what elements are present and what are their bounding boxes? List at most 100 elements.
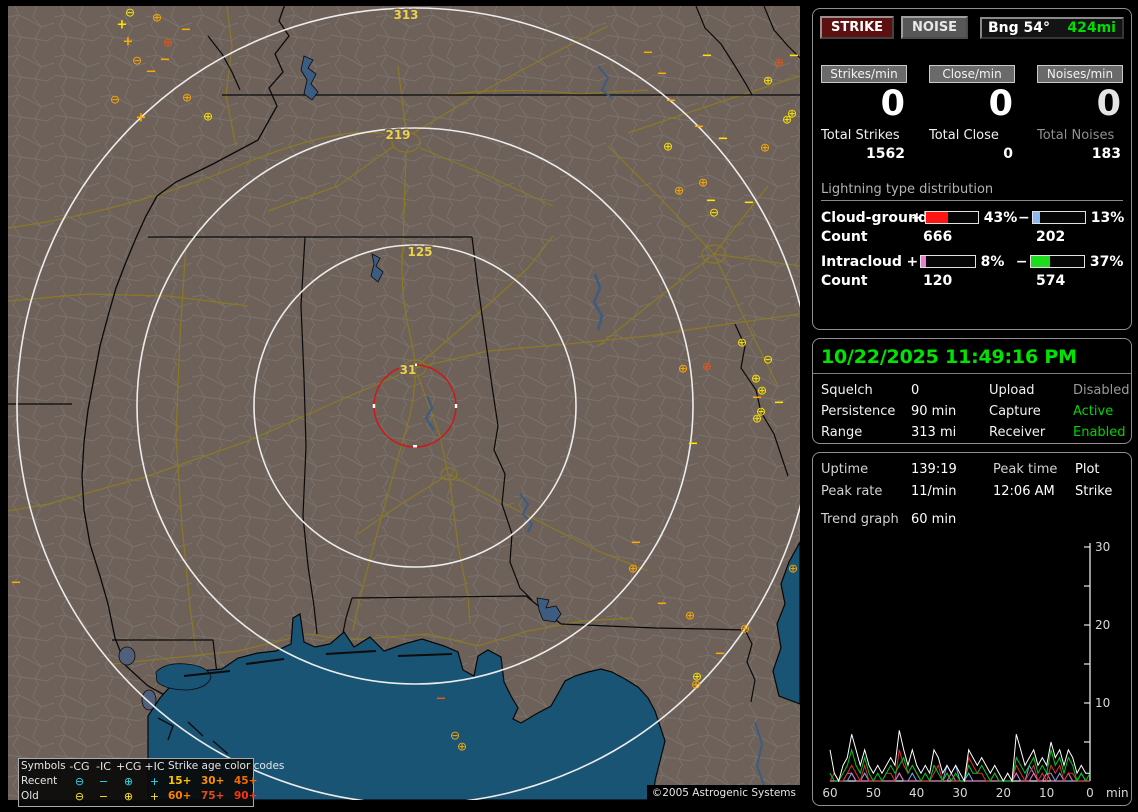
close-column: Close/min 0 Total Close 0 [929,63,1015,162]
persistence-value: 90 min [911,404,957,419]
age-code-45: 45+ [234,775,258,788]
svg-text:20: 20 [1095,618,1110,632]
minus-icon: − [694,120,705,135]
circle-plus-icon: ⊕ [685,609,695,623]
svg-text:min: min [1106,786,1129,800]
minus-icon: − [181,23,192,38]
circle-plus-icon: ⊕ [760,141,770,155]
minus-icon: − [744,196,755,211]
circle-plus-icon: ⊕ [763,74,773,88]
age-code-75: 75+ [201,790,225,803]
receiver-status: Enabled [1073,425,1126,440]
noises-per-min-button[interactable]: Noises/min [1037,65,1123,83]
ic-negative-pct: 37% [1089,253,1124,270]
total-close-label: Total Close [929,127,999,143]
intracloud-label: Intracloud [821,253,902,270]
total-noises-label: Total Noises [1037,127,1115,143]
cloud-ground-row: Cloud-ground + 43% − 13% [813,201,1131,226]
count-label: Count [821,228,868,245]
total-strikes-value: 1562 [866,145,905,162]
circle-minus-icon: ⊖ [74,775,85,788]
minus-icon: − [436,692,447,707]
minus-sign: − [1018,209,1030,226]
circle-plus-icon: ⊕ [152,11,162,25]
circle-minus-icon: ⊖ [763,353,773,367]
minus-icon: − [774,396,785,411]
minus-icon: − [718,132,729,147]
squelch-label: Squelch [821,383,873,398]
map-area[interactable]: 313 219 125 31 ⊖ ⊕ + − + ⊕ ⊖ − − ⊖ ⊕ + ⊕ − − ⊕ − ⊕ − − ⊕ ⊕ − − ⊕ ⊕ ⊕ ⊕… [8,6,801,807]
plot-mode-value: Strike [1075,484,1113,499]
cg-negative-bar [1032,211,1086,225]
minus-icon: − [98,775,109,788]
bearing-display: Bng 54° 424mi [980,16,1124,39]
ic-negative-bar [1029,255,1085,269]
close-per-min-button[interactable]: Close/min [929,65,1015,83]
cg-negative-count: 202 [1036,228,1066,245]
legend-header-pos-cg: +CG [116,760,142,773]
circle-plus-icon: ⊕ [674,184,684,198]
circle-plus-icon: ⊕ [782,113,792,127]
svg-text:20: 20 [996,786,1011,800]
cg-positive-pct: 43% [983,209,1018,226]
plus-sign: + [906,253,919,270]
upload-status: Disabled [1073,383,1130,398]
legend-age-title: Strike age color codes [168,760,285,773]
peak-time-value: 12:06 AM [993,484,1055,499]
minus-icon: − [666,94,677,109]
capture-status: Active [1073,404,1114,419]
session-panel: Uptime 139:19 Peak time Plot Peak rate 1… [812,452,1132,806]
legend-header-pos-ic: +IC [144,760,165,773]
range-label: Range [821,425,863,440]
lake-pontchartrain [155,663,212,691]
minus-icon: − [688,437,699,452]
svg-text:30: 30 [952,786,967,800]
circle-plus-icon: ⊕ [702,360,712,374]
total-close-value: 0 [1003,145,1013,162]
trend-graph-value: 60 min [911,512,957,527]
svg-text:125: 125 [407,245,432,259]
circle-minus-icon: ⊖ [132,54,142,68]
strikes-per-min-button[interactable]: Strikes/min [821,65,907,83]
noise-button[interactable]: NOISE [901,16,969,39]
legend-header-symbols: Symbols [21,760,66,773]
nexstorm-window: 313 219 125 31 ⊖ ⊕ + − + ⊕ ⊖ − − ⊖ ⊕ + ⊕ − − ⊕ − ⊕ − − ⊕ ⊕ − − ⊕ ⊕ ⊕ ⊕… [0,0,1138,812]
uptime-label: Uptime [821,462,869,477]
peak-rate-value: 11/min [911,484,957,499]
circle-minus-icon: ⊖ [74,790,85,803]
plus-icon: + [136,111,147,126]
svg-text:0: 0 [1086,786,1094,800]
age-code-15: 15+ [168,775,192,788]
copyright-notice: ©2005 Astrogenic Systems [646,785,801,802]
persistence-label: Persistence [821,404,896,419]
circle-plus-icon: ⊕ [774,56,784,70]
minus-icon: − [160,53,171,68]
svg-text:10: 10 [1039,786,1054,800]
intracloud-count-row: Count 120 574 [813,270,1131,289]
circle-minus-icon: ⊖ [110,93,120,107]
trend-graph: 10 20 30 60 50 40 30 20 10 0 min [822,540,1129,800]
strike-stats-panel: STRIKE NOISE Bng 54° 424mi Strikes/min 0… [812,8,1132,330]
minus-icon: − [702,49,713,64]
age-code-30: 30+ [201,775,225,788]
ic-positive-count: 120 [923,272,953,289]
plus-sign: + [911,209,923,226]
cg-positive-count: 666 [923,228,953,245]
circle-plus-icon: ⊕ [752,412,762,426]
ic-positive-bar [920,255,976,269]
strike-button[interactable]: STRIKE [820,16,895,39]
cloud-ground-count-row: Count 666 202 [813,226,1131,245]
capture-label: Capture [989,404,1041,419]
lightning-map[interactable]: 31321912531 ⊖ ⊕+ −+ ⊕⊖ −−⊖ ⊕+ ⊕− − ⊕ −⊕−−⊕⊕−−⊕ ⊕⊕⊕… [8,6,800,800]
upload-label: Upload [989,383,1035,398]
circle-plus-icon: ⊕ [740,622,750,636]
plot-label: Plot [1075,462,1100,477]
circle-minus-icon: ⊖ [709,206,719,220]
svg-text:30: 30 [1095,540,1110,554]
total-noises-value: 183 [1091,145,1121,162]
plus-icon: + [117,18,128,33]
legend-row-old-label: Old [21,790,39,803]
legend-header-neg-cg: -CG [69,760,90,773]
ic-negative-count: 574 [1036,272,1066,289]
circle-plus-icon: ⊕ [123,775,134,788]
